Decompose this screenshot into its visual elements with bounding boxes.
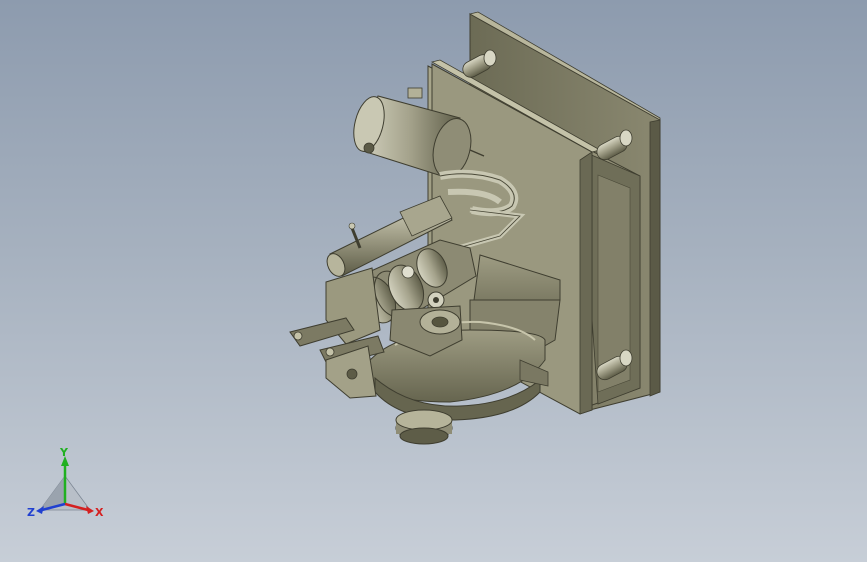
z-axis-label: Z [27, 506, 35, 519]
y-axis-label: Y [59, 446, 69, 459]
x-axis-arrow-icon [86, 506, 94, 514]
orientation-triad: Y X Z [27, 446, 104, 519]
cad-viewport[interactable] [0, 0, 867, 562]
x-axis-label: X [95, 506, 104, 519]
z-axis-arrow-icon [36, 506, 44, 514]
model-view[interactable] [0, 0, 867, 562]
